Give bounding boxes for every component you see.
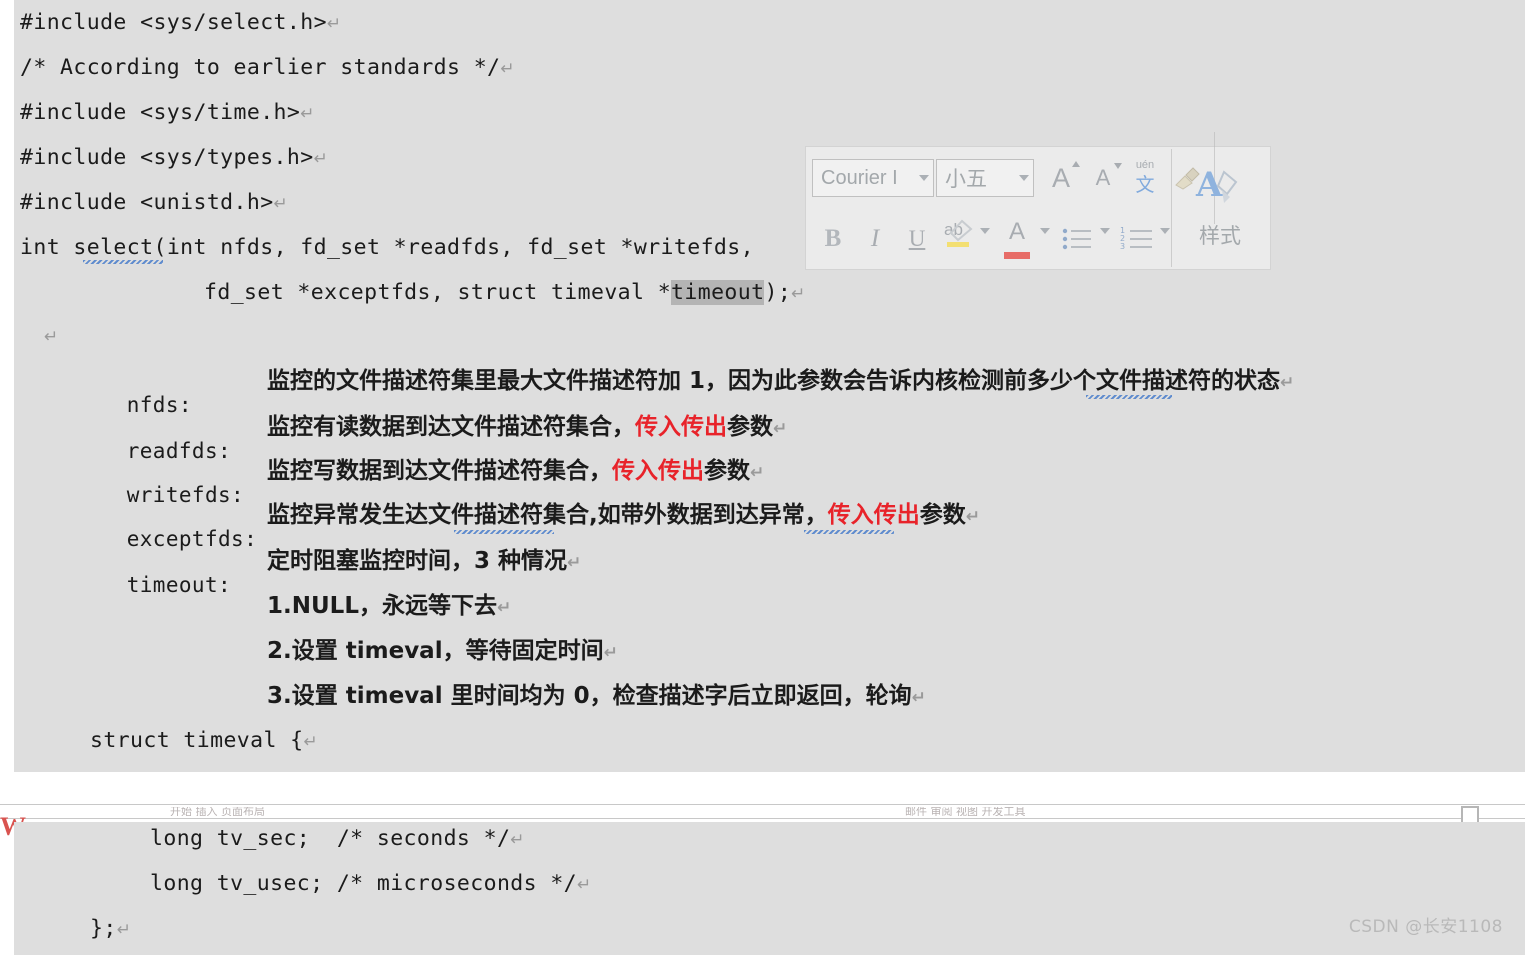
param-desc-highlight: 传入传出 bbox=[827, 502, 920, 528]
pilcrow-icon: ↵ bbox=[273, 194, 289, 214]
chevron-down-icon[interactable] bbox=[1100, 228, 1110, 234]
spellcheck-squiggle bbox=[454, 530, 554, 534]
ribbon-tab-smudge-left[interactable]: 开始 插入 页面布局 bbox=[170, 807, 265, 816]
ruler-line bbox=[0, 818, 1525, 819]
function-signature-line-2: fd_set *exceptfds, struct timeval *timeo… bbox=[204, 280, 806, 305]
timeout-case-1: 1.NULL，永远等下去↵ bbox=[267, 593, 512, 619]
param-desc-exceptfds: 监控异常发生达文件描述符集合,如带外数据到达异常，传入传出参数↵ bbox=[267, 502, 980, 528]
document-page-bottom[interactable]: long tv_sec; /* seconds */↵ long tv_usec… bbox=[14, 822, 1525, 955]
param-desc-highlight: 传入传出 bbox=[612, 458, 704, 484]
numbering-icon[interactable]: 1 2 3 bbox=[1116, 216, 1170, 262]
pilcrow-icon: ↵ bbox=[577, 875, 592, 895]
code-line: #include <sys/time.h>↵ bbox=[20, 100, 315, 125]
code-line: /* According to earlier standards */↵ bbox=[20, 55, 516, 80]
param-name: readfds: bbox=[126, 439, 232, 463]
param-name: nfds: bbox=[126, 393, 192, 417]
pilcrow-icon: ↵ bbox=[300, 104, 315, 124]
pilcrow-icon: ↵ bbox=[1280, 373, 1295, 393]
font-color-swatch bbox=[1004, 252, 1030, 259]
screenshot-root: #include <sys/select.h>↵ /* According to… bbox=[0, 0, 1525, 955]
pilcrow-icon: ↵ bbox=[500, 59, 516, 79]
param-name: exceptfds: bbox=[126, 527, 258, 551]
font-color-icon[interactable]: A bbox=[996, 216, 1050, 262]
grow-font-letter: A bbox=[1051, 162, 1070, 193]
param-name: timeout: bbox=[126, 573, 232, 597]
param-name: writefds: bbox=[126, 483, 245, 507]
shrink-font-letter: A bbox=[1095, 165, 1111, 190]
document-page-top[interactable]: #include <sys/select.h>↵ /* According to… bbox=[14, 0, 1525, 772]
empty-paragraph: ↵ bbox=[44, 325, 59, 347]
pilcrow-icon: ↵ bbox=[44, 327, 59, 347]
pilcrow-icon: ↵ bbox=[303, 732, 319, 752]
param-desc-readfds: 监控有读数据到达文件描述符集合，传入传出参数↵ bbox=[267, 414, 788, 440]
svg-text:3: 3 bbox=[1120, 242, 1125, 251]
pilcrow-icon: ↵ bbox=[510, 830, 525, 850]
bold-icon[interactable]: B bbox=[812, 216, 854, 262]
ribbon-tab-smudge-right[interactable]: 邮件 审阅 视图 开发工具 bbox=[905, 807, 1026, 816]
pilcrow-icon: ↵ bbox=[326, 14, 342, 34]
struct-open-line: struct timeval {↵ bbox=[90, 728, 319, 753]
pilcrow-icon: ↵ bbox=[965, 507, 980, 527]
chevron-down-icon[interactable] bbox=[1019, 175, 1029, 181]
param-row-timeout: timeout: bbox=[90, 552, 231, 618]
pilcrow-icon: ↵ bbox=[496, 598, 512, 618]
pilcrow-icon: ↵ bbox=[567, 553, 582, 573]
pilcrow-icon: ↵ bbox=[603, 643, 618, 663]
clipped-ribbon-strip: 开始 插入 页面布局 邮件 审阅 视图 开发工具 bbox=[0, 795, 1525, 825]
chevron-down-icon[interactable] bbox=[1040, 228, 1050, 234]
underline-letter: U bbox=[908, 226, 926, 251]
chevron-down-icon[interactable] bbox=[919, 175, 929, 181]
function-signature-line-1: int select(int nfds, fd_set *readfds, fd… bbox=[20, 235, 754, 260]
spellcheck-squiggle bbox=[83, 260, 163, 264]
spellcheck-squiggle bbox=[1086, 395, 1172, 399]
phonetic-guide-char: 文 bbox=[1135, 175, 1155, 196]
italic-letter: I bbox=[870, 225, 880, 252]
styles-icon: A bbox=[1195, 166, 1238, 205]
bold-letter: B bbox=[824, 225, 842, 252]
pilcrow-icon: ↵ bbox=[116, 920, 132, 940]
font-name-value: Courier I bbox=[821, 166, 898, 189]
code-line: long tv_usec; /* microseconds */↵ bbox=[150, 871, 592, 896]
chevron-down-icon[interactable] bbox=[980, 228, 990, 234]
pilcrow-icon: ↵ bbox=[750, 463, 765, 483]
code-line: long tv_sec; /* seconds */↵ bbox=[150, 826, 525, 851]
code-line: };↵ bbox=[90, 916, 132, 941]
param-desc-timeout: 定时阻塞监控时间，3 种情况↵ bbox=[267, 548, 582, 574]
styles-label: 样式 bbox=[1199, 224, 1241, 248]
code-line: #include <unistd.h>↵ bbox=[20, 190, 289, 215]
italic-icon[interactable]: I bbox=[854, 216, 896, 262]
selected-text-timeout[interactable]: timeout bbox=[671, 280, 765, 305]
ruler-line bbox=[0, 804, 1525, 805]
chevron-down-icon[interactable] bbox=[1160, 228, 1170, 234]
select-identifier: select bbox=[73, 235, 154, 260]
pilcrow-icon: ↵ bbox=[313, 149, 329, 169]
mini-formatting-toolbar[interactable]: Courier I 小五 A A uén 文 B I U ab A 1 2 3 … bbox=[805, 132, 1271, 270]
code-line: #include <sys/types.h>↵ bbox=[20, 145, 329, 170]
pilcrow-icon: ↵ bbox=[773, 419, 788, 439]
spellcheck-squiggle bbox=[804, 530, 894, 534]
pilcrow-icon: ↵ bbox=[911, 688, 926, 708]
styles-button[interactable]: A 样式 bbox=[1171, 149, 1268, 267]
underline-icon[interactable]: U bbox=[896, 216, 938, 262]
font-color-letter: A bbox=[1008, 218, 1025, 245]
font-name-combobox[interactable]: Courier I bbox=[812, 159, 934, 197]
font-size-combobox[interactable]: 小五 bbox=[936, 159, 1034, 197]
param-desc-nfds: 监控的文件描述符集里最大文件描述符加 1，因为此参数会告诉内核检测前多少个文件描… bbox=[267, 368, 1295, 394]
param-desc-writefds: 监控写数据到达文件描述符集合，传入传出参数↵ bbox=[267, 458, 765, 484]
font-size-value: 小五 bbox=[945, 167, 987, 191]
caret-down-icon bbox=[1114, 163, 1122, 169]
code-line: #include <sys/select.h>↵ bbox=[20, 10, 342, 35]
timeout-case-3: 3.设置 timeval 里时间均为 0，检查描述字后立即返回，轮询↵ bbox=[267, 683, 926, 709]
param-desc-highlight: 传入传出 bbox=[635, 414, 727, 440]
csdn-watermark: CSDN @长安1108 bbox=[1348, 917, 1503, 937]
bullets-icon[interactable] bbox=[1056, 216, 1110, 262]
caret-up-icon bbox=[1072, 161, 1080, 167]
text-highlight-color-icon[interactable]: ab bbox=[938, 216, 990, 262]
timeout-case-2: 2.设置 timeval，等待固定时间↵ bbox=[267, 638, 618, 664]
pilcrow-icon: ↵ bbox=[791, 284, 806, 304]
phonetic-guide-icon[interactable]: uén 文 bbox=[1124, 155, 1166, 201]
shrink-font-icon[interactable]: A bbox=[1082, 155, 1124, 201]
grow-font-icon[interactable]: A bbox=[1040, 155, 1082, 201]
